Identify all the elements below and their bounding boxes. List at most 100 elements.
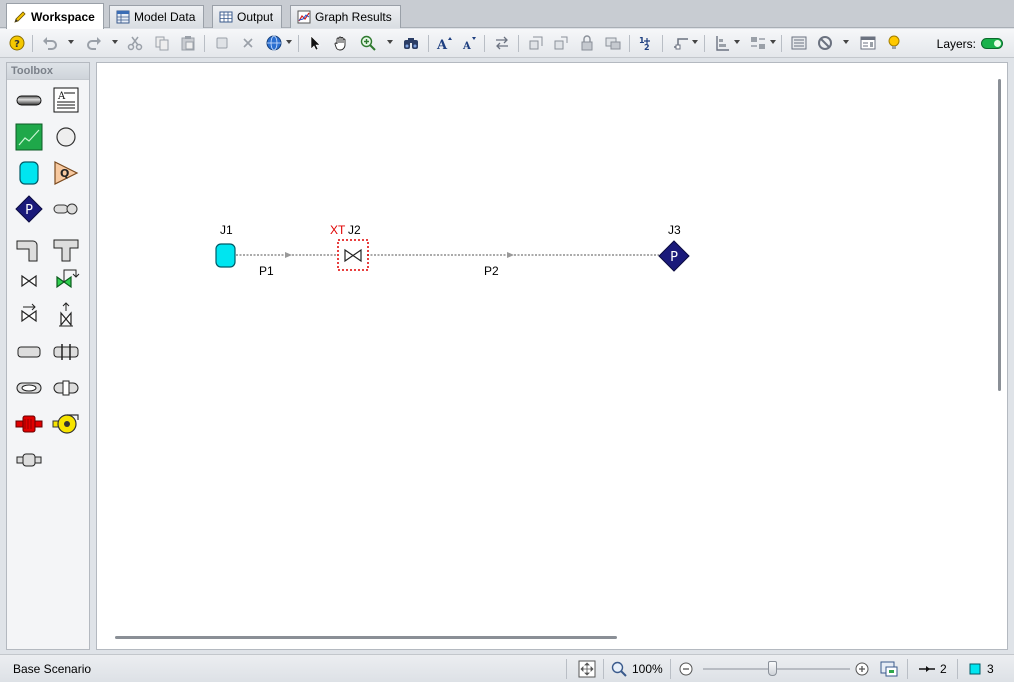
bend-tool[interactable]	[15, 235, 43, 263]
zoom-to-fit-button[interactable]	[578, 660, 596, 678]
reservoir-icon	[215, 243, 236, 268]
grid-icon	[219, 10, 233, 24]
tips-button[interactable]	[884, 34, 904, 52]
distribute-button[interactable]	[748, 34, 768, 52]
general-component-tool[interactable]	[52, 374, 80, 402]
paste-button[interactable]	[178, 34, 198, 52]
orifice-tool[interactable]	[52, 338, 80, 366]
screen-tool[interactable]	[15, 374, 43, 402]
tab-model-data[interactable]: Model Data	[109, 5, 205, 28]
pipe-label-p2[interactable]: P2	[484, 264, 499, 278]
annotation-button[interactable]	[603, 34, 623, 52]
tab-graph-results[interactable]: Graph Results	[290, 5, 401, 28]
junction-label-j1[interactable]: J1	[220, 223, 233, 237]
junction-j1[interactable]	[215, 243, 236, 268]
annotation-tool[interactable]: A	[52, 86, 80, 114]
ungroup-button[interactable]	[551, 34, 571, 52]
pipe-p2[interactable]	[367, 252, 659, 258]
undo-button[interactable]	[40, 34, 60, 52]
tab-output[interactable]: Output	[212, 5, 283, 28]
zoom-out-button[interactable]	[679, 660, 693, 678]
horizontal-scrollbar[interactable]	[115, 636, 617, 639]
spray-valve-tool[interactable]	[52, 301, 80, 329]
toolbar: ? A A 1 2 Layers:	[0, 29, 1014, 58]
valve-tool[interactable]	[15, 267, 43, 295]
cut-button[interactable]	[125, 34, 145, 52]
junction-j2[interactable]	[337, 239, 369, 271]
pipe-tool[interactable]	[15, 86, 43, 114]
select-tool-button[interactable]	[305, 34, 325, 52]
duplicate-button[interactable]	[212, 34, 232, 52]
table-icon	[116, 10, 130, 24]
zoom-slider-thumb[interactable]	[768, 661, 777, 676]
branch-tool[interactable]	[52, 123, 80, 151]
plus-circle-icon	[855, 662, 869, 676]
layers-toggle[interactable]	[981, 38, 1003, 49]
font-increase-icon: A	[436, 37, 452, 51]
zoom-level[interactable]: 100%	[611, 660, 663, 678]
transfer-junction-tool[interactable]	[15, 446, 43, 474]
tab-label: Workspace	[31, 9, 95, 24]
pan-tool-button[interactable]	[331, 34, 351, 52]
zoom-in-button[interactable]	[855, 660, 869, 678]
decrease-font-button[interactable]: A	[459, 34, 479, 52]
redo-button[interactable]	[84, 34, 104, 52]
pipe-p1[interactable]	[236, 252, 338, 258]
pressure-symbol: P	[670, 250, 678, 265]
assigned-pressure-tool[interactable]: P	[15, 195, 43, 223]
zoom-dropdown-icon[interactable]	[387, 40, 393, 44]
globe-dropdown-icon[interactable]	[286, 40, 292, 44]
find-button[interactable]	[401, 34, 421, 52]
pipe-style-dropdown-icon[interactable]	[692, 40, 698, 44]
tab-workspace[interactable]: Workspace	[6, 3, 104, 29]
junction-label-j3[interactable]: J3	[668, 223, 681, 237]
zoom-button[interactable]	[358, 34, 378, 52]
lightbulb-icon	[888, 35, 900, 49]
special-conditions-button[interactable]	[815, 34, 835, 52]
tee-icon	[53, 239, 79, 262]
align-dropdown-icon[interactable]	[734, 40, 740, 44]
tee-tool[interactable]	[52, 235, 80, 263]
junction-label-j2[interactable]: J2	[348, 223, 361, 237]
copy-button[interactable]	[152, 34, 172, 52]
junction-count[interactable]: 3	[969, 660, 994, 678]
globe-button[interactable]	[264, 34, 284, 52]
pipe-style-button[interactable]	[671, 34, 691, 52]
heat-exchanger-tool[interactable]	[15, 338, 43, 366]
pipe-count[interactable]: 2	[918, 660, 947, 678]
relief-valve-tool[interactable]	[15, 301, 43, 329]
assigned-flow-tool[interactable]: Q	[52, 159, 80, 187]
scissors-icon	[127, 36, 143, 51]
help-button[interactable]: ?	[7, 34, 27, 52]
check-valve-tool[interactable]	[52, 267, 80, 295]
workspace-options-button[interactable]	[858, 34, 878, 52]
graph-tool[interactable]	[15, 123, 43, 151]
workspace-canvas[interactable]: P J1 XT J2 J3 P1 P2	[96, 62, 1008, 650]
group-button[interactable]	[526, 34, 546, 52]
binoculars-icon	[404, 38, 418, 49]
increase-font-button[interactable]: A	[434, 34, 454, 52]
distribute-dropdown-icon[interactable]	[770, 40, 776, 44]
scenario-name[interactable]: Base Scenario	[13, 662, 91, 676]
junction-j3[interactable]: P	[658, 240, 690, 272]
overview-map-button[interactable]	[880, 660, 898, 678]
properties-button[interactable]	[789, 34, 809, 52]
special-conditions-dropdown-icon[interactable]	[843, 40, 849, 44]
show-numbers-button[interactable]: 12	[636, 34, 656, 52]
pipe-label-p1[interactable]: P1	[259, 264, 274, 278]
delete-button[interactable]	[238, 34, 258, 52]
minus-circle-icon	[679, 662, 693, 676]
relief-valve-icon	[21, 303, 37, 323]
redo-dropdown-icon[interactable]	[112, 40, 118, 44]
reverse-direction-button[interactable]	[492, 34, 512, 52]
undo-dropdown-icon[interactable]	[68, 40, 74, 44]
assigned-flow-icon: Q	[54, 161, 79, 185]
copy-icon	[155, 36, 169, 51]
reservoir-tool[interactable]	[15, 159, 43, 187]
lock-button[interactable]	[577, 34, 597, 52]
pump-tool[interactable]	[52, 410, 80, 438]
vertical-scrollbar[interactable]	[998, 79, 1001, 391]
compressor-tool[interactable]	[15, 410, 43, 438]
dead-end-tool[interactable]	[52, 195, 80, 223]
align-button[interactable]	[712, 34, 732, 52]
